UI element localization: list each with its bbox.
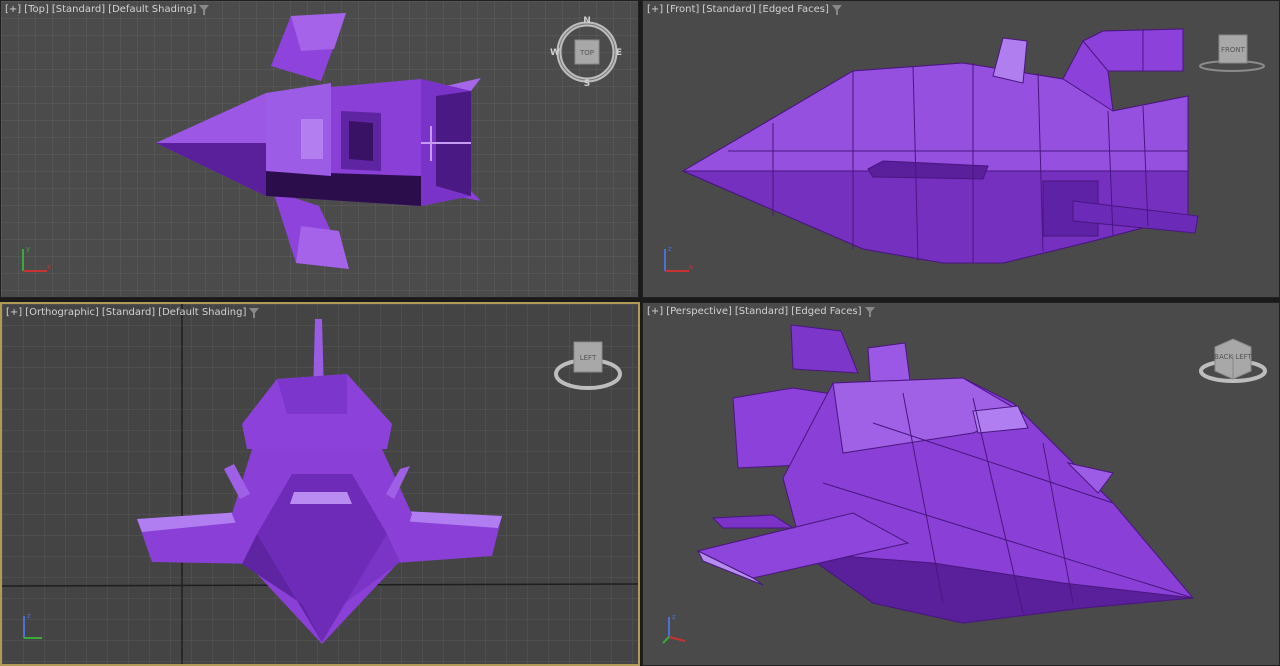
viewport-top-display-button[interactable]: [Default Shading] <box>108 4 196 15</box>
persp-viewcube-face-label: BACK LEFT <box>1214 353 1252 361</box>
top-viewcube-compass[interactable]: TOP N S E W <box>549 15 625 89</box>
viewport-ortho-shading-button[interactable]: [Standard] <box>102 307 155 318</box>
ortho-viewcube-face-label: LEFT <box>580 354 597 362</box>
viewport-orthographic[interactable]: [+] [Orthographic] [Standard] [Default S… <box>0 302 640 666</box>
top-view-scene <box>1 1 638 297</box>
svg-text:z: z <box>672 613 676 621</box>
spaceship-model-front <box>681 28 1199 264</box>
viewport-layout: [+] [Top] [Standard] [Default Shading] T… <box>0 0 1280 666</box>
axis-tripod-icon: z x <box>664 245 693 272</box>
axis-tripod-icon: z <box>662 613 686 644</box>
viewport-perspective[interactable]: [+] [Perspective] [Standard] [Edged Face… <box>642 302 1280 666</box>
orthographic-viewcube[interactable]: LEFT <box>550 336 626 396</box>
svg-text:z: z <box>27 612 31 620</box>
viewport-persp-shading-button[interactable]: [Standard] <box>735 306 788 317</box>
filter-icon[interactable] <box>864 306 875 317</box>
viewport-ortho-menu-button[interactable]: [+] <box>6 307 22 318</box>
viewport-top-label: [+] [Top] [Standard] [Default Shading] <box>5 4 210 15</box>
viewport-top-menu-button[interactable]: [+] <box>5 4 21 15</box>
svg-text:z: z <box>668 245 672 253</box>
viewport-perspective-label: [+] [Perspective] [Standard] [Edged Face… <box>647 306 875 317</box>
viewport-persp-view-button[interactable]: [Perspective] <box>666 306 732 317</box>
viewport-front-label: [+] [Front] [Standard] [Edged Faces] <box>647 4 842 15</box>
spaceship-model-perspective <box>696 324 1194 624</box>
viewport-top[interactable]: [+] [Top] [Standard] [Default Shading] T… <box>0 0 639 298</box>
svg-text:x: x <box>47 263 51 271</box>
viewport-front-menu-button[interactable]: [+] <box>647 4 663 15</box>
axis-tripod-icon: y x <box>22 245 51 272</box>
viewport-persp-display-button[interactable]: [Edged Faces] <box>791 306 861 317</box>
viewport-front-shading-button[interactable]: [Standard] <box>702 4 755 15</box>
viewport-top-view-button[interactable]: [Top] <box>24 4 49 15</box>
viewport-top-shading-button[interactable]: [Standard] <box>52 4 105 15</box>
front-view-scene <box>681 28 1199 264</box>
perspective-viewcube[interactable]: BACK LEFT <box>1195 333 1271 387</box>
viewport-orthographic-label: [+] [Orthographic] [Standard] [Default S… <box>6 307 260 318</box>
filter-icon[interactable] <box>249 307 260 318</box>
front-viewcube[interactable]: FRONT <box>1195 31 1269 75</box>
front-viewcube-face-label: FRONT <box>1221 46 1246 54</box>
perspective-view-scene <box>696 324 1194 624</box>
compass-south-label: S <box>584 79 590 89</box>
filter-icon[interactable] <box>199 4 210 15</box>
compass-east-label: E <box>616 48 622 58</box>
viewport-ortho-view-button[interactable]: [Orthographic] <box>25 307 99 318</box>
compass-north-label: N <box>583 16 591 26</box>
filter-icon[interactable] <box>831 4 842 15</box>
svg-text:x: x <box>689 263 693 271</box>
viewport-front-view-button[interactable]: [Front] <box>666 4 699 15</box>
viewport-front[interactable]: [+] [Front] [Standard] [Edged Faces] FRO… <box>642 0 1280 298</box>
orthographic-view-scene <box>2 304 638 664</box>
axis-tripod-icon: z <box>23 612 42 639</box>
top-viewcube-face-label: TOP <box>579 49 594 57</box>
viewport-front-display-button[interactable]: [Edged Faces] <box>759 4 829 15</box>
svg-text:y: y <box>26 245 30 253</box>
viewport-persp-menu-button[interactable]: [+] <box>647 306 663 317</box>
viewport-ortho-display-button[interactable]: [Default Shading] <box>158 307 246 318</box>
compass-west-label: W <box>550 48 560 58</box>
